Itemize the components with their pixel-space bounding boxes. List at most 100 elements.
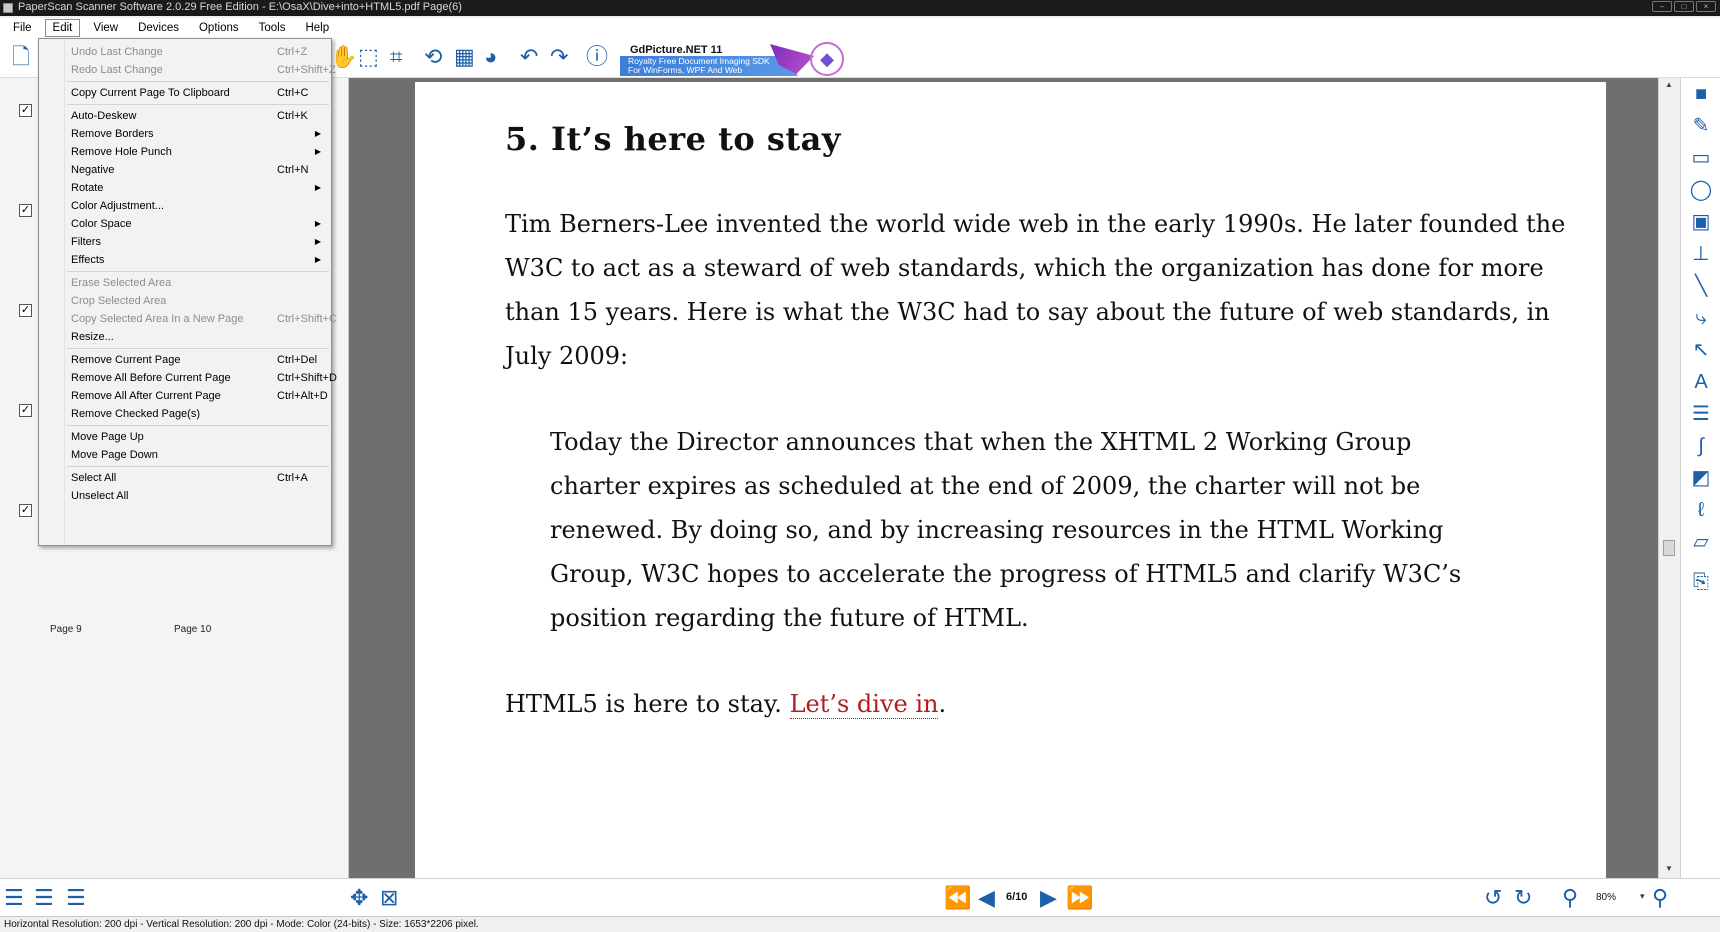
rotate-right-icon[interactable]: ↻ [1514, 886, 1532, 910]
menu-item-label: Auto-Deskew [71, 110, 137, 122]
zoom-out-icon[interactable]: ⚲ [1562, 886, 1578, 910]
select-area-icon[interactable]: ⬚ [358, 46, 379, 68]
gdpicture-banner[interactable]: GdPicture.NET 11 Royalty Free Document I… [620, 42, 844, 76]
menu-item-remove-current-page[interactable]: Remove Current Page Ctrl+Del [71, 351, 323, 369]
stamp-icon[interactable]: ⊥ [1689, 242, 1713, 266]
maximize-button[interactable]: □ [1674, 1, 1694, 12]
menu-item-remove-hole-punch[interactable]: Remove Hole Punch ▶ [71, 143, 323, 161]
menu-item-effects[interactable]: Effects ▶ [71, 251, 323, 269]
palette-icon[interactable]: ◕ [484, 46, 497, 68]
fit-page-icon[interactable]: ⊠ [380, 886, 398, 910]
previous-page-icon[interactable]: ◀ [978, 886, 995, 910]
menu-item-negative[interactable]: Negative Ctrl+N [71, 161, 323, 179]
rotate-left-icon[interactable]: ↺ [1484, 886, 1502, 910]
menu-edit[interactable]: Edit [44, 19, 81, 37]
dive-in-link[interactable]: Let’s dive in [789, 690, 939, 719]
freehand-highlight-icon[interactable]: ℓ [1689, 498, 1713, 522]
next-page-icon[interactable]: ▶ [1040, 886, 1057, 910]
menu-item-label: Remove Checked Page(s) [71, 408, 201, 420]
crop-icon[interactable]: ⌗ [390, 46, 402, 68]
menu-item-copy-selected-area-in-a-new-page[interactable]: Copy Selected Area In a New Page Ctrl+Shi… [71, 310, 337, 328]
page-checkbox[interactable]: ✓ [19, 404, 32, 417]
menu-item-select-all[interactable]: Select All Ctrl+A [71, 469, 323, 487]
menu-item-remove-checked-page-s[interactable]: Remove Checked Page(s) [71, 405, 323, 423]
menu-item-undo-last-change[interactable]: Undo Last Change Ctrl+Z [71, 43, 323, 61]
close-button[interactable]: × [1696, 1, 1716, 12]
document-viewer[interactable]: 5. It’s here to stay Tim Berners-Lee inv… [349, 78, 1680, 878]
page-checkbox[interactable]: ✓ [19, 204, 32, 217]
menu-item-redo-last-change[interactable]: Redo Last Change Ctrl+Shift+Z [71, 61, 336, 79]
menu-item-move-page-down[interactable]: Move Page Down [71, 446, 323, 464]
filled-rectangle-icon[interactable]: ■ [1689, 82, 1713, 106]
menu-view[interactable]: View [86, 20, 125, 36]
ruler-icon[interactable]: ▱ [1689, 530, 1713, 554]
thumbnail-label-page-10[interactable]: Page 10 [174, 624, 211, 635]
menu-separator [67, 348, 329, 349]
polygon-icon[interactable]: ◩ [1689, 466, 1713, 490]
connected-line-icon[interactable]: ⤷ [1689, 306, 1713, 330]
scrollbar-thumb[interactable] [1663, 540, 1675, 556]
menu-item-label: Filters [71, 236, 101, 248]
menu-item-label: Effects [71, 254, 105, 266]
menu-file[interactable]: File [6, 20, 39, 36]
menu-item-remove-all-before-current-page[interactable]: Remove All Before Current Page Ctrl+Shift… [71, 369, 337, 387]
menu-item-copy-current-page-to-clipboard[interactable]: Copy Current Page To Clipboard Ctrl+C [71, 84, 323, 102]
highlighter-icon[interactable]: ✎ [1689, 114, 1713, 138]
image-icon[interactable]: ▣ [1689, 210, 1713, 234]
scroll-up-arrow-icon[interactable]: ▲ [1665, 80, 1673, 89]
sticky-note-icon[interactable]: ☰ [1689, 402, 1713, 426]
detail-list-icon[interactable]: ☰ [34, 886, 54, 910]
last-page-icon[interactable]: ⏩ [1066, 886, 1093, 910]
vertical-scrollbar[interactable]: ▲ ▼ [1658, 78, 1680, 878]
menu-item-remove-all-after-current-page[interactable]: Remove All After Current Page Ctrl+Alt+D [71, 387, 328, 405]
export-annotations-icon[interactable]: ⎘ [1689, 570, 1713, 594]
menu-item-label: Negative [71, 164, 115, 176]
freehand-icon[interactable]: ∫ [1689, 434, 1713, 458]
rectangle-icon[interactable]: ▭ [1689, 146, 1713, 170]
menu-item-filters[interactable]: Filters ▶ [71, 233, 323, 251]
menu-item-auto-deskew[interactable]: Auto-Deskew Ctrl+K [71, 107, 323, 125]
new-page-icon[interactable]: 🗋 [12, 46, 30, 68]
text-icon[interactable]: A [1689, 370, 1713, 394]
film-icon[interactable]: ▦ [454, 46, 475, 68]
menu-item-color-space[interactable]: Color Space ▶ [71, 215, 323, 233]
undo-icon[interactable]: ↶ [520, 46, 538, 68]
page-checkbox[interactable]: ✓ [19, 304, 32, 317]
info-icon[interactable]: ⓘ [586, 46, 608, 68]
menu-help[interactable]: Help [298, 20, 336, 36]
menu-item-move-page-up[interactable]: Move Page Up [71, 428, 323, 446]
menu-item-remove-borders[interactable]: Remove Borders ▶ [71, 125, 323, 143]
arrow-icon[interactable]: ↖ [1689, 338, 1713, 362]
compact-list-icon[interactable]: ☰ [66, 886, 86, 910]
line-icon[interactable]: ╲ [1689, 274, 1713, 298]
menu-item-label: Color Adjustment... [71, 200, 164, 212]
first-page-icon[interactable]: ⏪ [944, 886, 971, 910]
zoom-level[interactable]: 80% [1596, 892, 1616, 903]
menu-item-label: Remove Current Page [71, 354, 181, 366]
menu-options[interactable]: Options [192, 20, 246, 36]
window-title: PaperScan Scanner Software 2.0.29 Free E… [18, 1, 462, 13]
ellipse-icon[interactable]: ◯ [1689, 178, 1713, 202]
navigation-bar: ☰ ☰ ☰ ✥ ⊠ ⏪ ◀ 6/10 ▶ ⏩ ↺ ↻ ⚲ 80% ▾ ⚲ [0, 878, 1720, 916]
zoom-dropdown-arrow-icon[interactable]: ▾ [1640, 891, 1645, 902]
rotate-page-icon[interactable]: ⟲ [424, 46, 442, 68]
scroll-down-arrow-icon[interactable]: ▼ [1665, 864, 1673, 873]
menu-item-unselect-all[interactable]: Unselect All [71, 487, 323, 505]
menu-item-color-adjustment[interactable]: Color Adjustment... [71, 197, 323, 215]
menu-item-rotate[interactable]: Rotate ▶ [71, 179, 323, 197]
move-icon[interactable]: ✥ [350, 886, 368, 910]
menu-tools[interactable]: Tools [252, 20, 293, 36]
thumbnail-label-page-9[interactable]: Page 9 [50, 624, 82, 635]
page-checkbox[interactable]: ✓ [19, 504, 32, 517]
redo-icon[interactable]: ↷ [550, 46, 568, 68]
zoom-in-icon[interactable]: ⚲ [1652, 886, 1668, 910]
thumbnail-list-icon[interactable]: ☰ [4, 886, 24, 910]
menu-item-crop-selected-area[interactable]: Crop Selected Area [71, 292, 323, 310]
menu-devices[interactable]: Devices [131, 20, 186, 36]
menu-item-resize[interactable]: Resize... [71, 328, 323, 346]
menu-item-label: Copy Selected Area In a New Page [71, 313, 244, 325]
minimize-button[interactable]: – [1652, 1, 1672, 12]
menu-item-label: Redo Last Change [71, 64, 163, 76]
page-checkbox[interactable]: ✓ [19, 104, 32, 117]
menu-item-erase-selected-area[interactable]: Erase Selected Area [71, 274, 323, 292]
